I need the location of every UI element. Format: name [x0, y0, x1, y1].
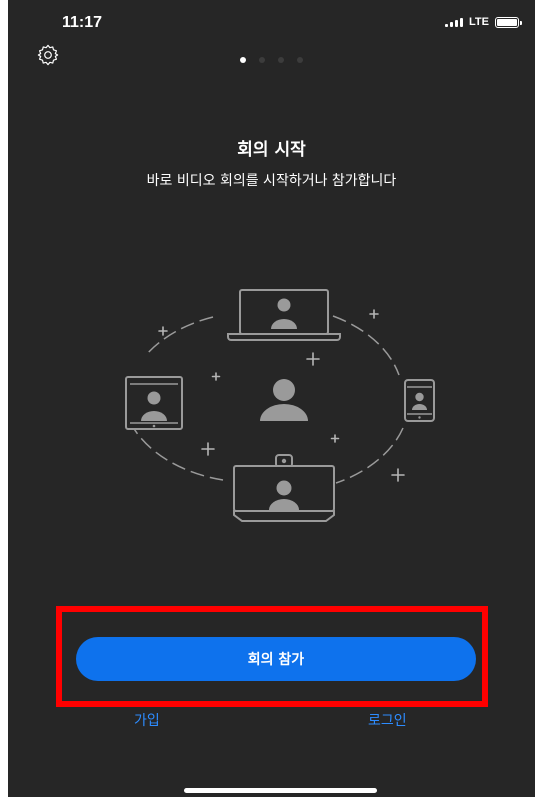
highlight-box: [56, 606, 488, 707]
person-icon: [260, 379, 308, 421]
video-meeting-illustration: [125, 289, 435, 522]
tablet-icon: [125, 376, 183, 430]
status-time: 11:17: [62, 14, 103, 31]
onboarding-title: 회의 시작: [237, 140, 306, 160]
signal-icon: [445, 17, 464, 27]
onboarding-subtitle: 바로 비디오 회의를 시작하거나 참가합니다: [146, 173, 397, 189]
page-dot-3: [278, 57, 284, 63]
page-dot-4: [297, 57, 303, 63]
battery-icon: [495, 16, 522, 28]
page-dot-2: [259, 57, 265, 63]
home-indicator[interactable]: [184, 788, 377, 793]
page-indicator: [240, 57, 303, 63]
login-link[interactable]: 로그인: [368, 710, 407, 730]
status-indicators: LTE: [445, 16, 522, 28]
signup-link[interactable]: 가입: [134, 710, 160, 730]
laptop-icon: [227, 289, 341, 341]
gear-icon[interactable]: [37, 44, 59, 66]
network-type: LTE: [469, 16, 489, 28]
page-dot-1: [240, 57, 246, 63]
status-bar: 11:17 LTE: [8, 0, 535, 44]
phone-icon: [404, 379, 435, 422]
room-system-icon: [233, 454, 335, 522]
